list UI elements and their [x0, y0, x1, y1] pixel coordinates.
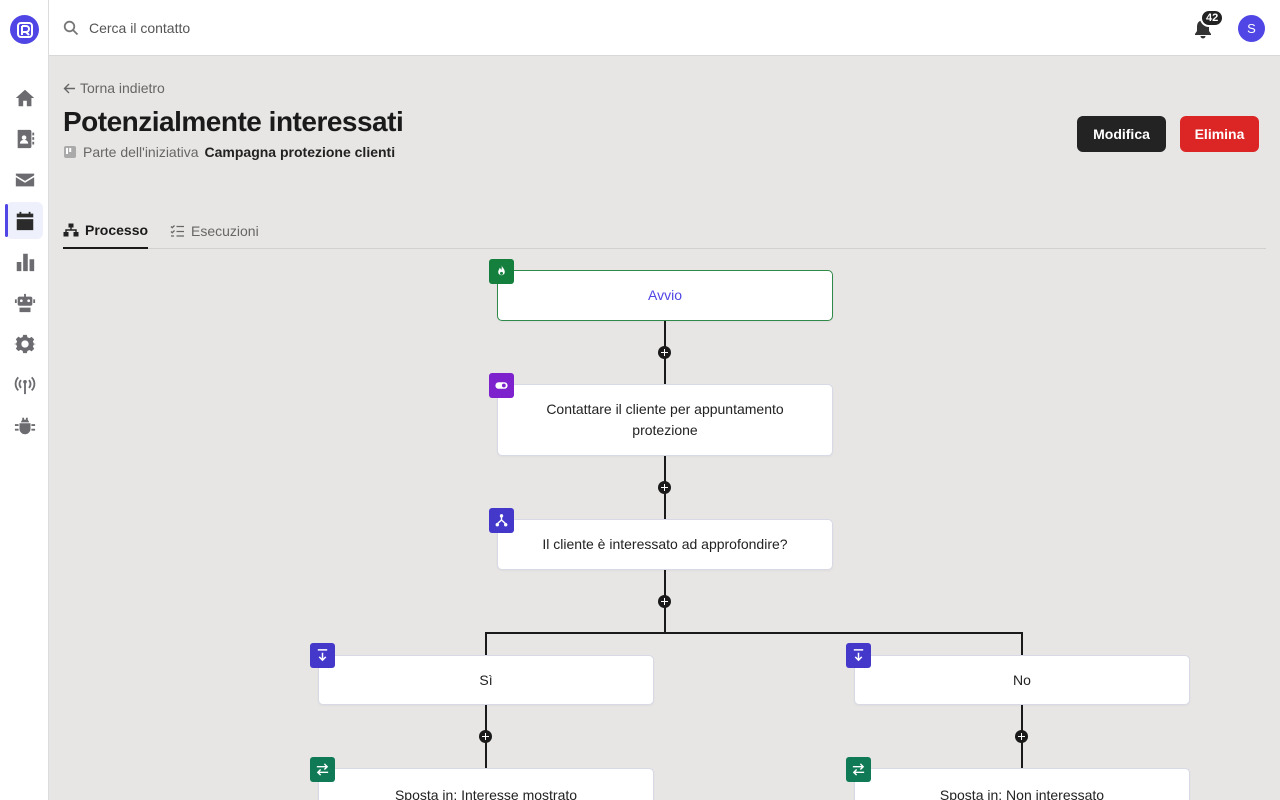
flow-node-start-label: Avvio	[648, 287, 682, 303]
swap-icon	[310, 757, 335, 782]
home-icon	[15, 89, 34, 106]
board-icon	[64, 146, 76, 158]
fire-icon	[489, 259, 514, 284]
arrow-down-to-line-icon	[310, 643, 335, 668]
sidebar-item-automations[interactable]	[6, 284, 43, 321]
flow-node-start[interactable]: Avvio	[497, 270, 833, 321]
sidebar-item-debug[interactable]	[6, 407, 43, 444]
sidebar-item-integrations[interactable]	[6, 366, 43, 403]
flow-node-branch-yes[interactable]: Sì	[318, 655, 654, 705]
search-input[interactable]	[89, 14, 589, 42]
avatar[interactable]: S	[1238, 15, 1265, 42]
subtitle: Parte dell'iniziativa Campagna protezion…	[63, 144, 395, 160]
sidebar-item-contacts[interactable]	[6, 120, 43, 157]
flow-node-move-no[interactable]: Sposta in: Non interessato	[854, 768, 1190, 800]
app-logo[interactable]	[10, 15, 39, 44]
sidebar-item-reports[interactable]	[6, 243, 43, 280]
flow-node-move-yes-label: Sposta in: Interesse mostrato	[394, 787, 578, 800]
arrow-left-icon	[63, 83, 75, 93]
page-title: Potenzialmente interessati	[63, 106, 404, 137]
add-step-button[interactable]	[658, 595, 671, 608]
back-link[interactable]: Torna indietro	[63, 80, 165, 96]
tab-process[interactable]: Processo	[63, 212, 149, 249]
antenna-icon	[14, 376, 35, 394]
sidebar	[0, 0, 49, 800]
search-icon	[63, 20, 79, 36]
flow-node-action-label: Contattare il cliente per appuntamento p…	[546, 401, 784, 438]
branch-icon	[489, 508, 514, 533]
flow-node-branch-no-label: No	[1013, 671, 1031, 688]
flow-node-branch-no[interactable]: No	[854, 655, 1190, 705]
sidebar-item-settings[interactable]	[6, 325, 43, 362]
swap-icon	[846, 757, 871, 782]
mail-icon	[15, 173, 34, 186]
robot-icon	[14, 293, 35, 312]
tab-executions[interactable]: Esecuzioni	[170, 212, 259, 249]
edit-button[interactable]: Modifica	[1077, 116, 1166, 152]
flow-node-condition[interactable]: Il cliente è interessato ad approfondire…	[497, 519, 833, 570]
back-link-label: Torna indietro	[80, 80, 165, 96]
sidebar-item-mail[interactable]	[6, 161, 43, 198]
gear-icon	[13, 334, 36, 353]
sidebar-item-home[interactable]	[6, 79, 43, 116]
toggle-icon	[489, 373, 514, 398]
flow-node-condition-label: Il cliente è interessato ad approfondire…	[542, 536, 788, 552]
sitemap-icon	[63, 223, 79, 236]
contacts-icon	[17, 129, 34, 148]
flow-node-branch-yes-label: Sì	[479, 671, 493, 688]
add-step-button[interactable]	[658, 346, 671, 359]
add-step-button[interactable]	[479, 730, 492, 743]
add-step-button[interactable]	[1015, 730, 1028, 743]
bar-chart-icon	[16, 253, 34, 271]
sidebar-item-calendar[interactable]	[5, 202, 43, 239]
tab-bar: Processo Esecuzioni	[63, 212, 1266, 249]
top-bar: 42 S	[49, 0, 1280, 56]
tab-executions-label: Esecuzioni	[191, 222, 259, 239]
tab-process-label: Processo	[85, 221, 149, 238]
flow-node-move-yes[interactable]: Sposta in: Interesse mostrato	[318, 768, 654, 800]
flow-node-move-no-label: Sposta in: Non interessato	[939, 787, 1105, 800]
notification-badge: 42	[1200, 9, 1225, 27]
delete-button[interactable]: Elimina	[1180, 116, 1259, 152]
arrow-down-to-line-icon	[846, 643, 871, 668]
add-step-button[interactable]	[658, 481, 671, 494]
initiative-link[interactable]: Campagna protezione clienti	[205, 144, 396, 160]
flow-node-action[interactable]: Contattare il cliente per appuntamento p…	[497, 384, 833, 456]
calendar-icon	[16, 211, 33, 230]
bug-icon	[14, 417, 35, 434]
subtitle-prefix: Parte dell'iniziativa	[83, 144, 199, 160]
checklist-icon	[170, 224, 184, 237]
